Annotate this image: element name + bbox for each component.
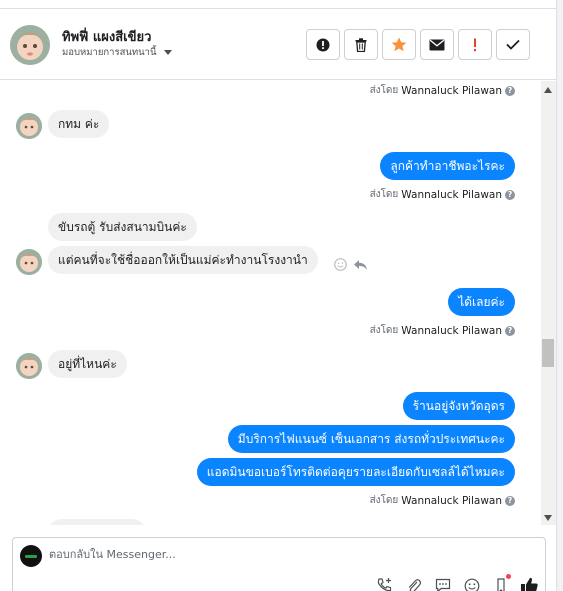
sender-name[interactable]: Wannaluck Pilawan bbox=[401, 495, 502, 507]
caret-down-icon bbox=[163, 50, 172, 55]
conversation-header: ทิพฟี่ แผงสีเขียว มอบหมายการสนทนานี้ bbox=[0, 8, 556, 80]
follow-up-button[interactable] bbox=[458, 29, 492, 60]
sender-name[interactable]: Wannaluck Pilawan bbox=[401, 325, 502, 337]
contact-name[interactable]: ทิพฟี่ แผงสีเขียว bbox=[62, 26, 151, 47]
emoji-react-icon[interactable] bbox=[334, 258, 347, 271]
contact-avatar-small bbox=[16, 353, 42, 379]
help-icon[interactable]: ? bbox=[505, 189, 515, 200]
conversation-panel: ทิพฟี่ แผงสีเขียว มอบหมายการสนทนานี้ ส่ง… bbox=[0, 0, 557, 591]
notification-dot bbox=[506, 574, 511, 579]
call-button[interactable] bbox=[375, 576, 394, 591]
star-icon bbox=[391, 37, 407, 52]
assign-conversation-dropdown[interactable]: มอบหมายการสนทนานี้ bbox=[62, 45, 172, 60]
assign-label: มอบหมายการสนทนานี้ bbox=[62, 47, 157, 58]
help-icon[interactable]: ? bbox=[505, 495, 515, 506]
scrollbar-thumb[interactable] bbox=[542, 339, 554, 367]
outgoing-message[interactable]: มีบริการไฟแนนซ์ เซ็นเอกสาร ส่งรถทั่วประเ… bbox=[227, 425, 515, 453]
sent-by-meta: ส่งโดย Wannaluck Pilawan ? bbox=[370, 187, 515, 202]
saved-replies-button[interactable] bbox=[433, 576, 452, 591]
contact-avatar-small bbox=[16, 249, 42, 275]
exclamation-icon bbox=[474, 38, 476, 51]
paperclip-icon bbox=[408, 578, 421, 591]
alert-icon bbox=[316, 38, 330, 51]
mark-done-button[interactable] bbox=[496, 29, 530, 60]
sender-name[interactable]: Wannaluck Pilawan bbox=[401, 85, 502, 97]
incoming-message[interactable]: อยู่ที่ไหนค่ะ bbox=[48, 350, 127, 378]
sent-by-meta: ส่งโดย Wannaluck Pilawan ? bbox=[370, 83, 515, 98]
envelope-icon bbox=[429, 39, 445, 50]
checkmark-icon bbox=[506, 39, 520, 50]
sender-name[interactable]: Wannaluck Pilawan bbox=[401, 189, 502, 201]
bookmark-icon bbox=[496, 577, 505, 591]
sent-by-prefix: ส่งโดย bbox=[369, 189, 399, 200]
help-icon[interactable]: ? bbox=[505, 85, 515, 96]
reply-icon[interactable] bbox=[353, 259, 368, 271]
scroll-down-arrow-icon[interactable] bbox=[544, 515, 552, 521]
sent-by-prefix: ส่งโดย bbox=[369, 85, 399, 96]
smiley-icon bbox=[464, 578, 479, 591]
thumbs-up-icon bbox=[521, 577, 538, 591]
sent-by-meta: ส่งโดย Wannaluck Pilawan ? bbox=[370, 323, 515, 338]
emoji-button[interactable] bbox=[462, 576, 481, 591]
action-toolbar bbox=[306, 29, 530, 60]
sent-by-meta: ส่งโดย Wannaluck Pilawan ? bbox=[370, 493, 515, 508]
like-button[interactable] bbox=[520, 576, 539, 591]
outgoing-message[interactable]: ร้านอยู่จังหวัดอุดร bbox=[402, 392, 515, 420]
window-edge bbox=[557, 0, 563, 591]
star-button[interactable] bbox=[382, 29, 416, 60]
page-logo bbox=[20, 545, 42, 567]
incoming-message[interactable]: กทม ค่ะ bbox=[48, 110, 110, 138]
delete-button[interactable] bbox=[344, 29, 378, 60]
outgoing-message[interactable]: ได้เลยค่ะ bbox=[448, 288, 515, 316]
thread-scrollbar[interactable] bbox=[541, 81, 556, 525]
reply-composer bbox=[12, 537, 546, 591]
message-thread[interactable]: ส่งโดย Wannaluck Pilawan ? กทม ค่ะ ลูกค้… bbox=[0, 81, 541, 525]
contact-avatar[interactable] bbox=[10, 25, 50, 65]
outgoing-message[interactable]: แอดมินขอเบอร์โทรติดต่อคุยรายละเอียดกับเซ… bbox=[196, 458, 515, 486]
phone-plus-icon bbox=[377, 578, 392, 591]
sent-by-prefix: ส่งโดย bbox=[369, 495, 399, 506]
incoming-message-partial[interactable] bbox=[48, 519, 146, 525]
trash-icon bbox=[355, 37, 367, 52]
contact-avatar-small bbox=[16, 113, 42, 139]
reply-input[interactable] bbox=[49, 548, 349, 561]
outgoing-message[interactable]: ลูกค้าทำอาชีพอะไรคะ bbox=[380, 152, 515, 180]
composer-toolbar bbox=[375, 576, 539, 591]
incoming-message[interactable]: ขับรถตู้ รับส่งสนามบินค่ะ bbox=[48, 213, 197, 241]
incoming-message[interactable]: แต่คนที่จะใช้ชื่อออกให้เป็นแม่ค่ะทำงานโร… bbox=[48, 246, 318, 274]
attach-button[interactable] bbox=[404, 576, 423, 591]
mark-spam-button[interactable] bbox=[306, 29, 340, 60]
sent-by-prefix: ส่งโดย bbox=[369, 325, 399, 336]
message-actions bbox=[334, 258, 368, 271]
help-icon[interactable]: ? bbox=[505, 325, 515, 336]
chat-bubble-icon bbox=[435, 578, 450, 591]
scroll-up-arrow-icon[interactable] bbox=[544, 87, 552, 93]
mark-unread-button[interactable] bbox=[420, 29, 454, 60]
